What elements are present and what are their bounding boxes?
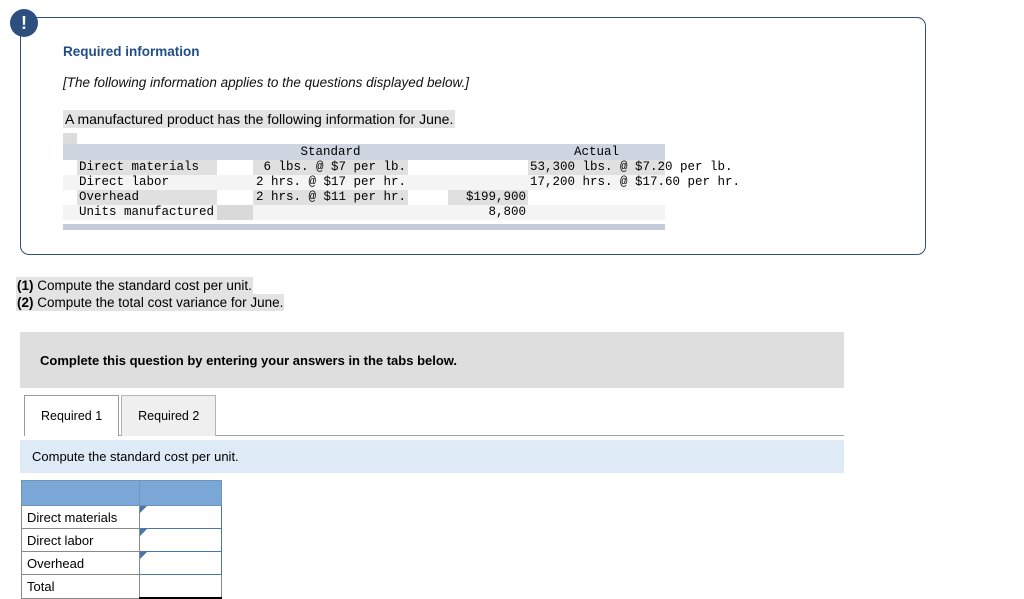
required-field-marker-icon: [140, 529, 147, 536]
table-row: Overhead: [21, 551, 222, 575]
table-row: Direct labor 2 hrs. @ $17 per hr. 17,200…: [63, 175, 741, 190]
exclamation-icon: !: [10, 9, 38, 37]
question-list: (1) Compute the standard cost per unit. …: [16, 277, 285, 311]
info-table-wrapper: Standard Actual Direct materials 6 lbs. …: [63, 133, 741, 230]
required-field-marker-icon: [140, 552, 147, 559]
row-label-direct-labor: Direct labor: [77, 175, 217, 190]
panel-lead-text: A manufactured product has the following…: [63, 110, 456, 128]
row-label-units-manufactured: Units manufactured: [77, 205, 217, 220]
tab-bar: Required 1 Required 2: [24, 395, 217, 436]
direct-labor-input[interactable]: [139, 528, 222, 552]
table-row: Units manufactured 8,800: [63, 205, 665, 220]
answer-row-label-total: Total: [21, 574, 140, 599]
standard-units-manufactured: [253, 205, 408, 220]
answer-row-label-direct-materials: Direct materials: [21, 505, 140, 529]
standard-direct-labor: 2 hrs. @ $17 per hr.: [253, 175, 408, 190]
tab-required-2-label: Required 2: [138, 409, 200, 423]
column-header-standard: Standard: [253, 144, 408, 160]
required-information-panel: Required information [The following info…: [20, 17, 926, 255]
tab-required-1-label: Required 1: [41, 409, 103, 423]
actual-overhead: $199,900: [448, 190, 528, 205]
standard-overhead: 2 hrs. @ $11 per hr.: [253, 190, 408, 205]
tab-required-2[interactable]: Required 2: [121, 395, 217, 436]
actual-units-manufactured: 8,800: [448, 205, 528, 220]
question-number: (2): [17, 295, 34, 310]
total-value-cell: [139, 574, 222, 599]
list-item: (1) Compute the standard cost per unit.: [16, 277, 284, 294]
direct-materials-input[interactable]: [139, 505, 222, 529]
standard-direct-materials: 6 lbs. @ $7 per lb.: [253, 160, 408, 175]
overhead-input[interactable]: [139, 551, 222, 575]
row-label-direct-materials: Direct materials: [77, 160, 217, 175]
table-header-row: Standard Actual: [63, 144, 665, 160]
answer-row-label-direct-labor: Direct labor: [21, 528, 140, 552]
instruction-banner: Complete this question by entering your …: [20, 332, 844, 388]
question-number: (1): [17, 278, 34, 293]
instruction-text: Complete this question by entering your …: [40, 352, 458, 368]
table-row: Total: [21, 574, 222, 599]
question-text: Compute the total cost variance for June…: [33, 295, 284, 310]
page-title: Required information: [63, 44, 200, 59]
tab-panel-instruction: Compute the standard cost per unit.: [32, 449, 239, 464]
required-field-marker-icon: [140, 506, 147, 513]
actual-direct-labor: 17,200 hrs. @ $17.60 per hr.: [528, 175, 741, 190]
panel-content: Required information [The following info…: [21, 18, 925, 230]
table-row: Direct materials 6 lbs. @ $7 per lb. 53,…: [63, 160, 733, 175]
tab-panel-banner: Compute the standard cost per unit.: [20, 440, 844, 473]
panel-note: [The following information applies to th…: [63, 75, 469, 90]
answer-table-header-row: [21, 480, 222, 506]
row-label-overhead: Overhead: [77, 190, 217, 205]
table-row: Direct labor: [21, 528, 222, 552]
table-spacer-row: [63, 133, 665, 144]
answer-row-label-overhead: Overhead: [21, 551, 140, 575]
answer-header-label: [21, 480, 140, 506]
answer-header-value: [139, 480, 222, 506]
table-bottom-rule: [63, 224, 665, 230]
column-header-actual: Actual: [528, 144, 665, 160]
table-row: Direct materials: [21, 505, 222, 529]
actual-direct-materials: 53,300 lbs. @ $7.20 per lb.: [528, 160, 733, 175]
table-row: Overhead 2 hrs. @ $11 per hr. $199,900: [63, 190, 665, 205]
list-item: (2) Compute the total cost variance for …: [16, 294, 285, 311]
answer-table: Direct materials Direct labor Overhead T…: [21, 480, 222, 599]
standard-actual-table: Standard Actual Direct materials 6 lbs. …: [63, 133, 741, 220]
exclamation-glyph: !: [21, 12, 27, 33]
tab-required-1[interactable]: Required 1: [24, 395, 120, 436]
question-text: Compute the standard cost per unit.: [33, 278, 252, 293]
